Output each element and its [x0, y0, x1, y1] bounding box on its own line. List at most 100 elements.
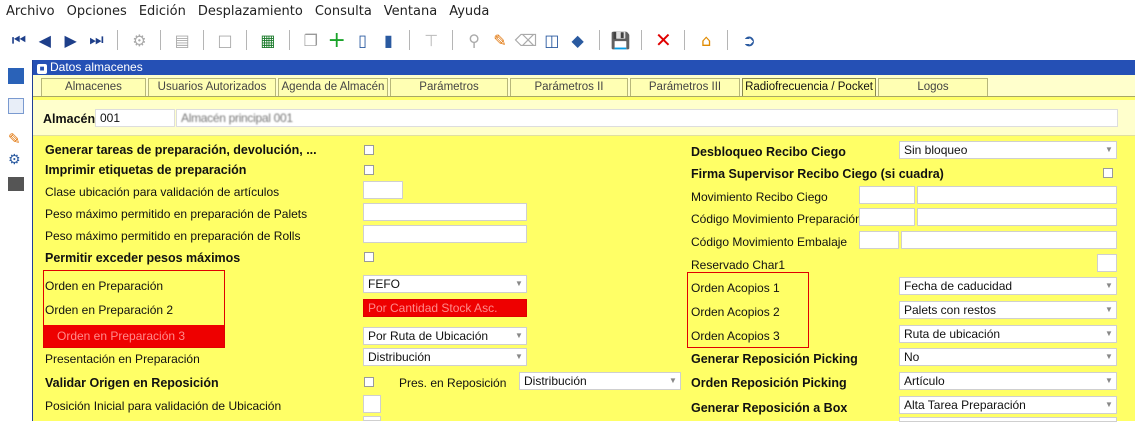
desbloqueo-value: Sin bloqueo: [904, 143, 968, 157]
orden-preparacion-select[interactable]: FEFO ▼: [363, 275, 527, 293]
generar-tareas-checkbox[interactable]: [364, 145, 374, 155]
presentacion-preparacion-select[interactable]: Distribución ▼: [363, 348, 527, 366]
firma-supervisor-checkbox[interactable]: [1103, 168, 1113, 178]
tab-strip: Almacenes Usuarios Autorizados Agenda de…: [33, 75, 1135, 97]
orden-repo-picking-select[interactable]: Artículo ▼: [899, 372, 1117, 390]
tab-usuarios-autorizados[interactable]: Usuarios Autorizados: [148, 78, 276, 96]
orden-repo-picking-value: Artículo: [904, 374, 945, 388]
database-icon[interactable]: ▮: [377, 29, 399, 51]
chevron-down-icon: ▼: [1105, 329, 1113, 338]
toolbar-divider: [598, 30, 600, 50]
reservado-char1-label: Reservado Char1: [691, 258, 786, 272]
exit-icon[interactable]: ➲: [738, 29, 760, 51]
menu-consulta[interactable]: Consulta: [315, 4, 372, 19]
edit-icon[interactable]: ✎: [489, 29, 511, 51]
pres-reposicion-value: Distribución: [524, 374, 587, 388]
movimiento-recibo-desc[interactable]: [917, 186, 1117, 204]
permitir-exceder-checkbox[interactable]: [364, 252, 374, 262]
tab-almacenes[interactable]: Almacenes: [41, 78, 146, 96]
tab-parametros-ii[interactable]: Parámetros II: [510, 78, 628, 96]
toolbar-divider: [452, 30, 454, 50]
clear-icon[interactable]: ⌫: [515, 29, 538, 51]
cod-mov-emb-code[interactable]: [859, 231, 899, 249]
extra-field-partial[interactable]: [363, 416, 381, 421]
orden-preparacion-2-select[interactable]: Por Cantidad Stock Asc.: [363, 299, 527, 317]
search-icon[interactable]: ⚲: [463, 29, 485, 51]
posicion-inicial-label: Posición Inicial para validación de Ubic…: [45, 399, 282, 413]
movimiento-recibo-code[interactable]: [859, 186, 915, 204]
imprimir-etiquetas-checkbox[interactable]: [364, 165, 374, 175]
menu-ventana[interactable]: Ventana: [384, 4, 437, 19]
cod-mov-prep-desc[interactable]: [917, 208, 1117, 226]
menu-opciones[interactable]: Opciones: [67, 4, 127, 19]
orden-acopios-2-select[interactable]: Palets con restos ▼: [899, 301, 1117, 319]
orden-acopios-2-value: Palets con restos: [904, 303, 997, 317]
pres-reposicion-select[interactable]: Distribución ▼: [519, 372, 681, 390]
last-record-icon[interactable]: ⏭: [86, 29, 108, 51]
almacen-row: Almacén 001 Almacén principal 001: [33, 100, 1135, 136]
chart-icon[interactable]: [8, 98, 24, 114]
almacen-name-field[interactable]: Almacén principal 001: [176, 109, 1118, 127]
pres-reposicion-label: Pres. en Reposición: [399, 376, 507, 390]
validar-origen-checkbox[interactable]: [364, 377, 374, 387]
gen-repo-picking-select[interactable]: No ▼: [899, 348, 1117, 366]
refresh-icon[interactable]: ⚙: [128, 29, 150, 51]
orden-acopios-1-select[interactable]: Fecha de caducidad ▼: [899, 277, 1117, 295]
highlight-box-orden-acopios: [687, 272, 809, 348]
home-icon[interactable]: ⌂: [695, 29, 717, 51]
almacen-label: Almacén: [43, 112, 96, 126]
excel-icon[interactable]: ▦: [257, 29, 279, 51]
gen-repo-picking-value: No: [904, 350, 920, 364]
menu-ayuda[interactable]: Ayuda: [449, 4, 489, 19]
query-icon[interactable]: ◆: [567, 29, 589, 51]
calculator-icon[interactable]: [8, 177, 24, 191]
delete-icon[interactable]: ✕: [652, 28, 674, 52]
orden-preparacion-3-select[interactable]: Por Ruta de Ubicación ▼: [363, 327, 527, 345]
copy-icon[interactable]: ❐: [300, 29, 322, 51]
tab-parametros[interactable]: Parámetros: [390, 78, 508, 96]
menu-edicion[interactable]: Edición: [139, 4, 186, 19]
add-icon[interactable]: +: [326, 28, 348, 53]
chevron-down-icon: ▼: [515, 352, 523, 361]
generar-tareas-label: Generar tareas de preparación, devolució…: [45, 143, 317, 157]
peso-palets-field[interactable]: [363, 203, 527, 221]
toolbar-divider: [409, 30, 411, 50]
reservado-char1-field[interactable]: [1097, 254, 1117, 272]
first-record-icon[interactable]: ⏮: [8, 29, 30, 51]
orden-acopios-3-select[interactable]: Ruta de ubicación ▼: [899, 325, 1117, 343]
desbloqueo-label: Desbloqueo Recibo Ciego: [691, 145, 846, 159]
orden-preparacion-value: FEFO: [368, 277, 400, 291]
cod-mov-emb-desc[interactable]: [901, 231, 1117, 249]
menu-desplazamiento[interactable]: Desplazamiento: [198, 4, 303, 19]
gen-repo-box-select[interactable]: Alta Tarea Preparación ▼: [899, 396, 1117, 414]
cod-mov-prep-code[interactable]: [859, 208, 915, 226]
settings-icon[interactable]: ⚙: [8, 152, 24, 168]
import-icon[interactable]: ◫: [541, 29, 563, 51]
menu-archivo[interactable]: Archivo: [6, 4, 55, 19]
previous-record-icon[interactable]: ◀: [34, 29, 56, 51]
print-icon[interactable]: ▤: [171, 29, 193, 51]
peso-rolls-field[interactable]: [363, 225, 527, 243]
tab-agenda-almacen[interactable]: Agenda de Almacén: [278, 78, 388, 96]
desbloqueo-select[interactable]: Sin bloqueo ▼: [899, 141, 1117, 159]
filter-icon[interactable]: ⊤: [420, 29, 442, 51]
toolbar-divider: [727, 30, 729, 50]
tab-parametros-iii[interactable]: Parámetros III: [630, 78, 740, 96]
posicion-inicial-field[interactable]: [363, 395, 381, 413]
tab-logos[interactable]: Logos: [878, 78, 988, 96]
clase-ubicacion-label: Clase ubicación para validación de artíc…: [45, 185, 280, 199]
pencil-icon[interactable]: ✎: [8, 130, 24, 148]
next-record-icon[interactable]: ▶: [60, 29, 82, 51]
grid-icon[interactable]: [8, 68, 24, 84]
movimiento-recibo-label: Movimiento Recibo Ciego: [691, 190, 828, 204]
tab-radiofrecuencia-pocket[interactable]: Radiofrecuencia / Pocket: [742, 78, 876, 96]
side-toolstrip: ✎ ⚙: [0, 60, 32, 421]
clase-ubicacion-field[interactable]: [363, 181, 403, 199]
extra-select-partial[interactable]: [899, 417, 1117, 422]
chevron-down-icon: ▼: [669, 376, 677, 385]
almacen-code-field[interactable]: 001: [95, 109, 175, 127]
window-icon[interactable]: □: [214, 29, 236, 51]
validar-origen-label: Validar Origen en Reposición: [45, 376, 219, 390]
save-icon[interactable]: 💾: [610, 29, 632, 51]
save-db-icon[interactable]: ▯: [352, 29, 374, 51]
